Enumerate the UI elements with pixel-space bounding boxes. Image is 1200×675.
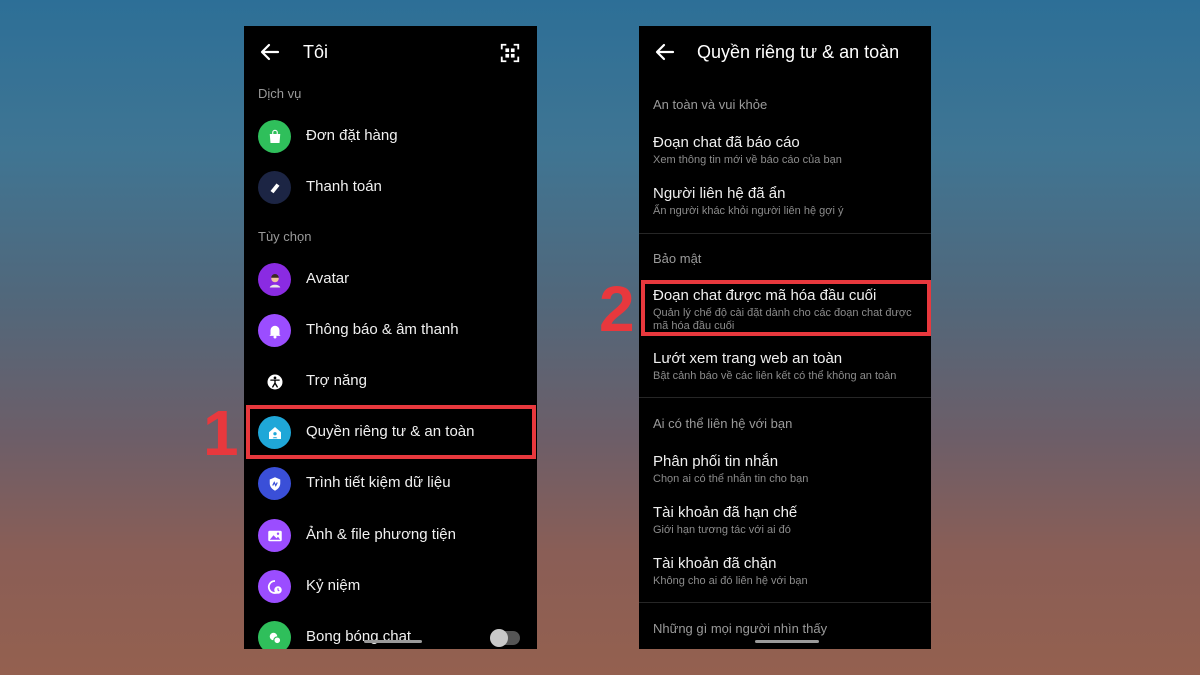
menu-label: Đơn đặt hàng (306, 127, 398, 144)
section-visibility: Những gì mọi người nhìn thấy (653, 621, 828, 636)
payment-card-icon (258, 171, 291, 204)
menu-item-media[interactable]: Ảnh & file phương tiện (244, 512, 537, 558)
setting-hidden-contacts[interactable]: Người liên hệ đã ẩn Ẩn người khác khỏi n… (639, 185, 931, 229)
privacy-header: Quyền riêng tư & an toàn (639, 26, 931, 80)
menu-item-payments[interactable]: Thanh toán (244, 164, 537, 210)
divider (639, 233, 931, 234)
menu-label: Trợ năng (306, 372, 367, 389)
section-options: Tùy chọn (258, 229, 312, 244)
toggle-knob (490, 629, 508, 647)
me-header: Tôi (244, 26, 537, 80)
setting-title: Phân phối tin nhắn (653, 453, 779, 470)
avatar-icon (258, 263, 291, 296)
setting-title: Lướt xem trang web an toàn (653, 350, 843, 367)
menu-label: Avatar (306, 270, 350, 287)
setting-subtitle: Chọn ai có thể nhắn tin cho bạn (653, 473, 809, 485)
divider (639, 602, 931, 603)
chat-heads-icon (258, 621, 291, 649)
setting-title: Tài khoản đã chặn (653, 555, 777, 572)
data-saver-shield-icon (258, 467, 291, 500)
step-number-2: 2 (599, 273, 635, 345)
qr-scan-icon[interactable] (499, 42, 521, 64)
back-arrow-icon[interactable] (258, 40, 282, 64)
divider (639, 397, 931, 398)
setting-blocked-accounts[interactable]: Tài khoản đã chặn Không cho ai đó liên h… (639, 555, 931, 599)
shopping-bag-icon (258, 120, 291, 153)
menu-label: Ảnh & file phương tiện (306, 526, 456, 543)
setting-title: Đoạn chat đã báo cáo (653, 134, 800, 151)
setting-title: Người liên hệ đã ẩn (653, 185, 786, 202)
home-indicator (755, 640, 819, 643)
menu-item-memories[interactable]: Kỷ niệm (244, 563, 537, 609)
menu-label: Thanh toán (306, 178, 382, 195)
setting-reported-chats[interactable]: Đoạn chat đã báo cáo Xem thông tin mới v… (639, 134, 931, 178)
me-screen: Tôi Dịch vụ Đơn đặt hàng Thanh toán Tùy … (244, 26, 537, 649)
menu-item-data-saver[interactable]: Trình tiết kiệm dữ liệu (244, 460, 537, 506)
setting-message-delivery[interactable]: Phân phối tin nhắn Chọn ai có thể nhắn t… (639, 453, 931, 497)
menu-item-avatar[interactable]: Avatar (244, 256, 537, 302)
setting-title: Tài khoản đã hạn chế (653, 504, 798, 521)
setting-subtitle: Không cho ai đó liên hệ với bạn (653, 575, 808, 587)
image-icon (258, 519, 291, 552)
privacy-safety-screen: Quyền riêng tư & an toàn An toàn và vui … (639, 26, 931, 649)
setting-restricted-accounts[interactable]: Tài khoản đã hạn chế Giới hạn tương tác … (639, 504, 931, 548)
setting-subtitle: Xem thông tin mới về báo cáo của bạn (653, 154, 842, 166)
section-services: Dịch vụ (258, 86, 302, 101)
bell-icon (258, 314, 291, 347)
back-arrow-icon[interactable] (653, 40, 677, 64)
chat-heads-toggle[interactable] (490, 629, 520, 647)
page-title: Quyền riêng tư & an toàn (697, 42, 900, 62)
accessibility-icon (258, 365, 291, 398)
menu-item-notifications[interactable]: Thông báo & âm thanh (244, 307, 537, 353)
step-number-1: 1 (203, 397, 239, 469)
section-contact: Ai có thể liên hệ với bạn (653, 416, 793, 431)
setting-subtitle: Giới hạn tương tác với ai đó (653, 524, 791, 536)
menu-item-orders[interactable]: Đơn đặt hàng (244, 113, 537, 159)
setting-safe-browsing[interactable]: Lướt xem trang web an toàn Bật cảnh báo … (639, 350, 931, 394)
section-security: Bảo mật (653, 251, 702, 266)
highlight-privacy (246, 405, 536, 459)
menu-label: Trình tiết kiệm dữ liệu (306, 474, 451, 491)
home-indicator (364, 640, 422, 643)
memories-clock-icon (258, 570, 291, 603)
page-title: Tôi (303, 42, 329, 62)
menu-label: Thông báo & âm thanh (306, 321, 459, 338)
highlight-e2ee (641, 280, 931, 336)
menu-item-accessibility[interactable]: Trợ năng (244, 358, 537, 404)
setting-subtitle: Ẩn người khác khỏi người liên hệ gợi ý (653, 205, 844, 217)
section-safety: An toàn và vui khỏe (653, 97, 768, 112)
setting-subtitle: Bật cảnh báo về các liên kết có thể khôn… (653, 370, 897, 382)
menu-label: Kỷ niệm (306, 577, 361, 594)
menu-item-chat-heads[interactable]: Bong bóng chat (244, 614, 537, 649)
